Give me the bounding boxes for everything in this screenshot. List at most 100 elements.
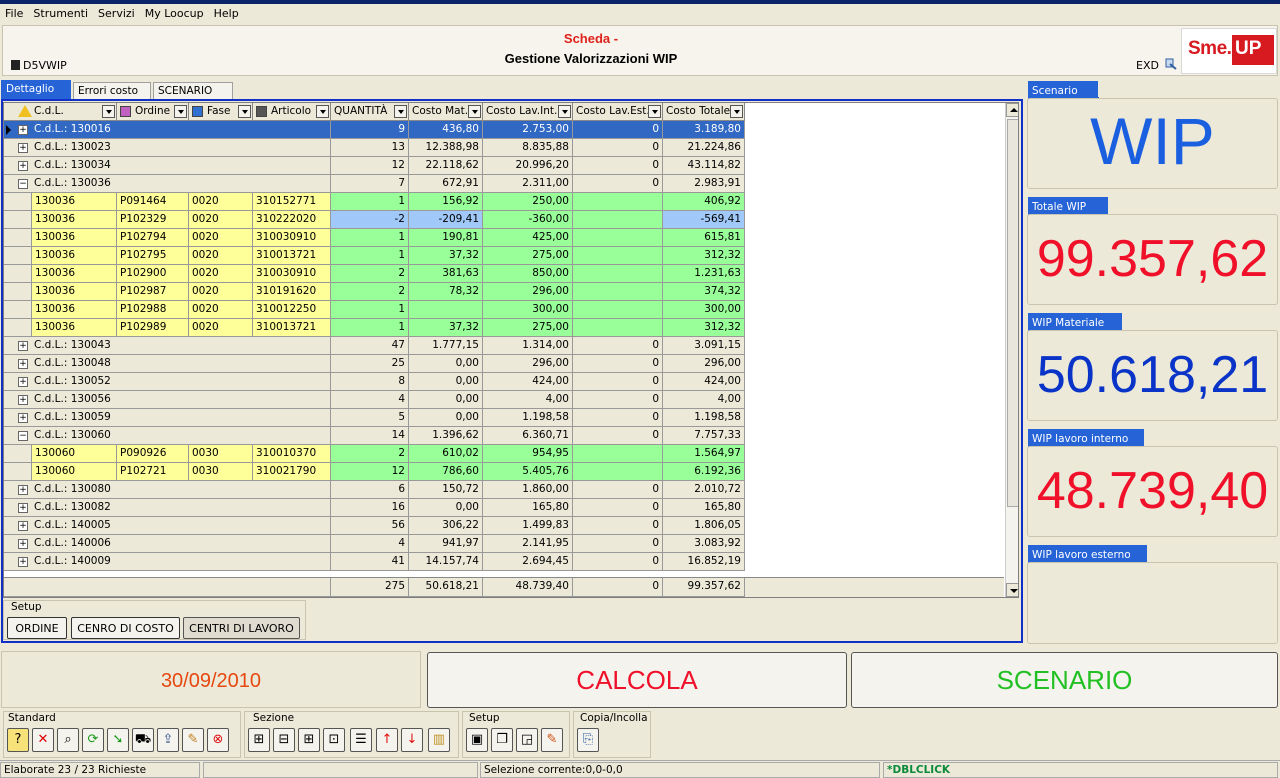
scroll-thumb[interactable] xyxy=(1007,119,1018,507)
ordine-button[interactable]: ORDINE xyxy=(7,617,67,639)
group-row[interactable]: C.d.L.: 130036 7 672,91 2.311,00 0 2.983,91 − xyxy=(4,175,745,193)
expand-icon[interactable]: + xyxy=(18,359,28,369)
group-row[interactable]: C.d.L.: 130048 25 0,00 296,00 0 296,00 + xyxy=(4,355,745,373)
detail-row[interactable]: 130060 P102721 0030 310021790 12 786,60 5.405,… xyxy=(4,463,745,481)
expand-icon[interactable]: + xyxy=(18,539,28,549)
column-header-articolo[interactable]: Articolo xyxy=(253,103,331,121)
expand-icon[interactable]: + xyxy=(18,413,28,423)
group-label: C.d.L.: 130052 xyxy=(4,373,331,391)
menu-help[interactable]: Help xyxy=(209,4,244,20)
group-row[interactable]: C.d.L.: 140006 4 941,97 2.141,95 0 3.083,92 + xyxy=(4,535,745,553)
detail-row[interactable]: 130036 P091464 0020 310152771 1 156,92 250,00 4… xyxy=(4,193,745,211)
scroll-up-button[interactable] xyxy=(1006,103,1018,117)
filter-dropdown-icon[interactable] xyxy=(174,105,187,118)
scroll-down-button[interactable] xyxy=(1006,583,1018,597)
collapse-icon[interactable]: − xyxy=(18,431,28,441)
column-header-costo-lav-int[interactable]: Costo Lav.Int. xyxy=(483,103,573,121)
tab-scenario[interactable]: SCENARIO xyxy=(153,82,233,99)
windows-icon[interactable]: ❐ xyxy=(491,728,513,752)
detail-row[interactable]: 130060 P090926 0030 310010370 2 610,02 954,95 1… xyxy=(4,445,745,463)
detail-row[interactable]: 130036 P102329 0020 310222020 -2 -209,41 -360,… xyxy=(4,211,745,229)
group-row[interactable]: C.d.L.: 130060 14 1.396,62 6.360,71 0 7.757,3… xyxy=(4,427,745,445)
centri-di-lavoro-button[interactable]: CENTRI DI LAVORO xyxy=(183,617,300,639)
group-row[interactable]: C.d.L.: 130034 12 22.118,62 20.996,20 0 43.11… xyxy=(4,157,745,175)
filter-dropdown-icon[interactable] xyxy=(730,105,743,118)
collapse-icon[interactable]: − xyxy=(18,179,28,189)
expand-icon[interactable]: + xyxy=(18,341,28,351)
delete-icon[interactable]: ✕ xyxy=(32,728,54,752)
filter-dropdown-icon[interactable] xyxy=(394,105,407,118)
detail-row[interactable]: 130036 P102795 0020 310013721 1 37,32 275,00 31… xyxy=(4,247,745,265)
search-icon[interactable]: ⌕ xyxy=(57,728,79,752)
filter-dropdown-icon[interactable] xyxy=(648,105,661,118)
tab-dettaglio[interactable]: Dettaglio xyxy=(1,80,71,99)
detail-row[interactable]: 130036 P102900 0020 310030910 2 381,63 850,00 1… xyxy=(4,265,745,283)
expand-icon[interactable]: + xyxy=(18,521,28,531)
tree-icon[interactable]: ⊞ xyxy=(248,728,270,752)
detail-row[interactable]: 130036 P102989 0020 310013721 1 37,32 275,00 31… xyxy=(4,319,745,337)
filter-dropdown-icon[interactable] xyxy=(558,105,571,118)
group-row[interactable]: C.d.L.: 130056 4 0,00 4,00 0 4,00 + xyxy=(4,391,745,409)
column-header-fase[interactable]: Fase xyxy=(189,103,253,121)
expand-icon[interactable]: + xyxy=(18,395,28,405)
group-row[interactable]: C.d.L.: 140009 41 14.157,74 2.694,45 0 16.852… xyxy=(4,553,745,571)
menu-my-loocup[interactable]: My Loocup xyxy=(140,4,209,20)
refresh-icon[interactable]: ⟳ xyxy=(82,728,104,752)
list-icon[interactable]: ☰ xyxy=(350,728,372,752)
centro-di-costo-button[interactable]: CENRO DI COSTO xyxy=(71,617,180,639)
collapse-icon[interactable]: ⊟ xyxy=(273,728,295,752)
group-row[interactable]: C.d.L.: 130043 47 1.777,15 1.314,00 0 3.091,1… xyxy=(4,337,745,355)
arrow-icon[interactable]: ➘ xyxy=(107,728,129,752)
filter-dropdown-icon[interactable] xyxy=(468,105,481,118)
group-row[interactable]: C.d.L.: 130059 5 0,00 1.198,58 0 1.198,58 + xyxy=(4,409,745,427)
group-row[interactable]: C.d.L.: 130082 16 0,00 165,80 0 165,80 + xyxy=(4,499,745,517)
help-icon[interactable]: ? xyxy=(7,728,29,752)
move-down-icon[interactable]: ↓ xyxy=(401,728,423,752)
export-icon[interactable]: ⇪ xyxy=(157,728,179,752)
group-row[interactable]: C.d.L.: 140005 56 306,22 1.499,83 0 1.806,05 + xyxy=(4,517,745,535)
columns-icon[interactable]: ▥ xyxy=(428,728,450,752)
group-row[interactable]: C.d.L.: 130052 8 0,00 424,00 0 424,00 + xyxy=(4,373,745,391)
column-header-cdl[interactable]: C.d.L. xyxy=(4,103,117,121)
column-header-costo-lav-est[interactable]: Costo Lav.Est. xyxy=(573,103,663,121)
vertical-scrollbar[interactable] xyxy=(1005,103,1018,597)
filter-dropdown-icon[interactable] xyxy=(238,105,251,118)
copy-icon[interactable]: ⎘ xyxy=(577,728,599,752)
save-icon[interactable]: ▣ xyxy=(466,728,488,752)
calcola-button[interactable]: CALCOLA xyxy=(427,652,847,708)
filter-dropdown-icon[interactable] xyxy=(316,105,329,118)
cart-icon[interactable]: ⛟ xyxy=(132,728,154,752)
expand-icon[interactable]: + xyxy=(18,161,28,171)
stop-icon[interactable]: ⊗ xyxy=(207,728,229,752)
wip-grid[interactable]: C.d.L. Ordine Fase Articolo QUANTITÀ Costo Ma… xyxy=(3,102,1019,598)
expand-icon[interactable]: + xyxy=(18,377,28,387)
column-header-ordine[interactable]: Ordine xyxy=(117,103,189,121)
column-header-costo-mat[interactable]: Costo Mat. xyxy=(409,103,483,121)
expand-icon[interactable]: + xyxy=(18,503,28,513)
group-row[interactable]: C.d.L.: 130080 6 150,72 1.860,00 0 2.010,72 + xyxy=(4,481,745,499)
expand-icon[interactable]: + xyxy=(18,557,28,567)
tools-icon[interactable]: ✎ xyxy=(182,728,204,752)
window-icon[interactable]: ◲ xyxy=(516,728,538,752)
scenario-button[interactable]: SCENARIO xyxy=(851,652,1278,708)
expand-icon[interactable]: + xyxy=(18,485,28,495)
edit-icon[interactable]: ✎ xyxy=(541,728,563,752)
expand-icon[interactable]: ⊞ xyxy=(298,728,320,752)
menu-strumenti[interactable]: Strumenti xyxy=(28,4,93,20)
column-header-quantita[interactable]: QUANTITÀ xyxy=(331,103,409,121)
detail-row[interactable]: 130036 P102988 0020 310012250 1 300,00 300,00 xyxy=(4,301,745,319)
expand-icon[interactable]: + xyxy=(18,125,28,135)
expand-icon[interactable]: + xyxy=(18,143,28,153)
menu-servizi[interactable]: Servizi xyxy=(93,4,140,20)
detail-row[interactable]: 130036 P102794 0020 310030910 1 190,81 425,00 6… xyxy=(4,229,745,247)
group-row[interactable]: C.d.L.: 130016 9 436,80 2.753,00 0 3.189,80 + xyxy=(4,121,745,139)
filter-dropdown-icon[interactable] xyxy=(102,105,115,118)
move-up-icon[interactable]: ↑ xyxy=(376,728,398,752)
column-header-costo-totale[interactable]: Costo Totale xyxy=(663,103,745,121)
tab-errori-costo[interactable]: Errori costo xyxy=(73,82,151,99)
menu-file[interactable]: File xyxy=(0,4,28,20)
group-row[interactable]: C.d.L.: 130023 13 12.388,98 8.835,88 0 21.224… xyxy=(4,139,745,157)
exd-icon[interactable] xyxy=(1165,58,1177,70)
detail-row[interactable]: 130036 P102987 0020 310191620 2 78,32 296,00 37… xyxy=(4,283,745,301)
level-icon[interactable]: ⊡ xyxy=(323,728,345,752)
